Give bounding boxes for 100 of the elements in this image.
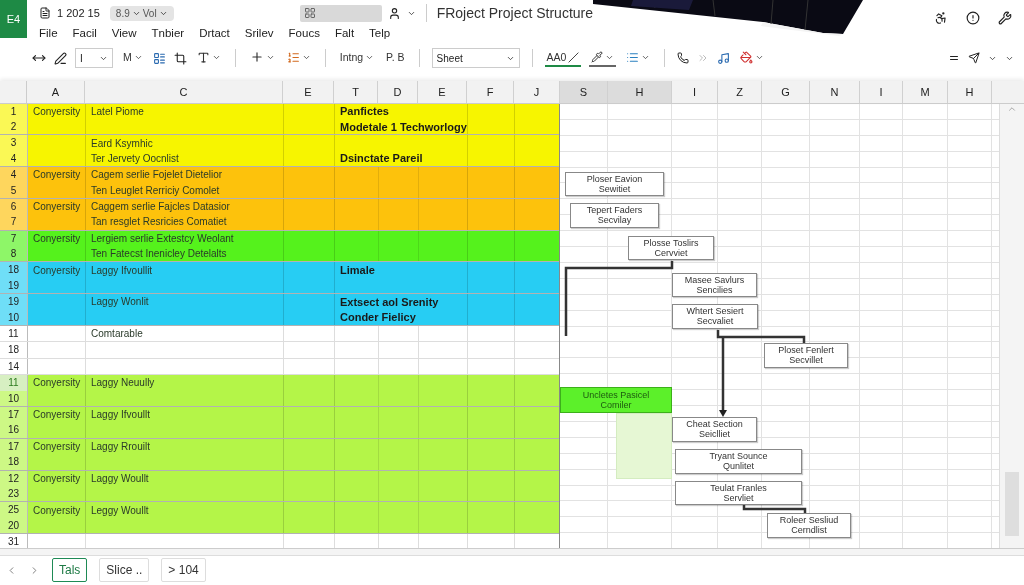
sheet-tab[interactable]: Slice .. bbox=[99, 558, 150, 583]
row-header[interactable]: 7 bbox=[0, 230, 27, 247]
column-header[interactable]: I bbox=[860, 80, 903, 103]
row-header[interactable]: 3 bbox=[0, 135, 27, 151]
row-header[interactable]: 19 bbox=[0, 294, 27, 310]
layout-icon[interactable] bbox=[152, 51, 166, 65]
cell-text: Modetale 1 Techworlogy bbox=[340, 120, 467, 133]
music-icon[interactable] bbox=[717, 51, 731, 65]
scrollbar[interactable] bbox=[999, 103, 1024, 548]
column-header[interactable]: N bbox=[810, 80, 860, 103]
menu-item[interactable]: File bbox=[39, 27, 58, 39]
cell-text: Laggy Wonlit bbox=[91, 296, 149, 308]
row-header[interactable]: 6 bbox=[0, 198, 27, 215]
menu-item[interactable]: Facil bbox=[72, 27, 97, 39]
cell-text: Ten Fatecst Inenicley Detelalts bbox=[91, 248, 227, 260]
row-header[interactable]: 19 bbox=[0, 277, 27, 294]
row-header[interactable]: 16 bbox=[0, 422, 27, 438]
sheet-tab[interactable]: Tals bbox=[52, 558, 88, 583]
row-header[interactable]: 12 bbox=[0, 470, 27, 486]
column-header[interactable]: H bbox=[948, 80, 992, 103]
user-icon[interactable] bbox=[387, 6, 401, 20]
row-header[interactable]: 10 bbox=[0, 390, 27, 406]
diagram-node: Tryant Sounce Qunlitet bbox=[675, 448, 802, 474]
column-header[interactable]: I bbox=[672, 80, 718, 103]
menu-item[interactable]: View bbox=[111, 27, 137, 39]
phone-icon[interactable] bbox=[677, 52, 690, 65]
row-header[interactable]: 2 bbox=[0, 118, 27, 135]
menu-item[interactable]: Drtact bbox=[199, 27, 230, 39]
column-header[interactable]: M bbox=[903, 80, 948, 103]
menu-item[interactable]: Falt bbox=[334, 27, 355, 39]
sheet-tab[interactable]: > 104 bbox=[161, 558, 206, 583]
column-header[interactable]: A bbox=[27, 80, 85, 103]
diagram-node: Teulat Franles Servliet bbox=[675, 480, 802, 505]
list-icon bbox=[286, 50, 300, 64]
menu-item[interactable]: Srilev bbox=[244, 27, 274, 39]
column-header[interactable]: S bbox=[560, 80, 608, 103]
column-header[interactable]: C bbox=[85, 80, 283, 103]
diagram-node: Cheat Section Seiclliet bbox=[672, 416, 757, 442]
cell-text: Panfictes bbox=[340, 105, 389, 118]
column-header[interactable]: F bbox=[467, 80, 514, 103]
column-header[interactable]: T bbox=[334, 80, 378, 103]
horizontal-scrollbar[interactable] bbox=[0, 548, 1024, 556]
row-header[interactable]: 7 bbox=[0, 214, 27, 230]
diagram-node: Masee Savlurs Sencilies bbox=[672, 272, 757, 297]
row-header[interactable]: 23 bbox=[0, 485, 27, 502]
diagram-node: Tepert Faders Secvilay bbox=[570, 202, 659, 228]
crop-icon[interactable] bbox=[173, 51, 187, 65]
document-icon[interactable] bbox=[39, 7, 51, 19]
diagram-node: Ploset Fenlert Secvillet bbox=[764, 342, 848, 368]
figure-icon[interactable] bbox=[934, 10, 948, 25]
version-selector[interactable]: 8.9 Vol bbox=[109, 5, 174, 21]
style-button[interactable]: M bbox=[121, 49, 145, 68]
menu-item[interactable]: Telp bbox=[369, 27, 391, 39]
row-header[interactable]: 1 bbox=[0, 103, 27, 119]
row-header[interactable]: 18 bbox=[0, 262, 27, 278]
diagram-node: Ploser Eavion Sewitiet bbox=[565, 171, 664, 196]
sheet-dropdown[interactable]: Sheet bbox=[431, 48, 520, 69]
cell-text: Conyersity bbox=[33, 472, 81, 484]
column-header[interactable]: Z bbox=[718, 80, 762, 103]
column-header[interactable]: H bbox=[608, 80, 672, 103]
column-header[interactable]: G bbox=[762, 80, 810, 103]
font-field[interactable]: I bbox=[75, 48, 113, 69]
column-header[interactable]: E bbox=[283, 80, 334, 103]
menu-item[interactable]: Foucs bbox=[288, 27, 320, 39]
send-icon[interactable] bbox=[968, 52, 980, 65]
text-tool-button[interactable]: AA0 bbox=[544, 49, 582, 68]
column-header[interactable]: D bbox=[378, 80, 418, 103]
cell-text: Conyersity bbox=[33, 377, 81, 389]
column-header[interactable]: E bbox=[418, 80, 467, 103]
row-header[interactable]: 8 bbox=[0, 246, 27, 262]
row-header[interactable]: 4 bbox=[0, 167, 27, 183]
wrench-icon[interactable] bbox=[998, 10, 1012, 25]
row-header[interactable]: 17 bbox=[0, 407, 27, 423]
cell-text: Ten Leuglet Rerriciy Comolet bbox=[91, 184, 220, 196]
format-button[interactable]: Intng bbox=[337, 49, 377, 68]
paint-bucket-icon bbox=[740, 50, 754, 64]
cell-text: Dsinctate Pareil bbox=[340, 152, 423, 165]
search-field[interactable] bbox=[299, 4, 382, 22]
app-badge: E4 bbox=[0, 0, 27, 38]
row-header[interactable]: 4 bbox=[0, 150, 27, 167]
row-header[interactable]: 18 bbox=[0, 454, 27, 470]
cell-text: Ter Jervety Oocnlist bbox=[91, 152, 179, 164]
pen-icon[interactable] bbox=[54, 51, 67, 65]
cell-text: Latel Piome bbox=[91, 105, 144, 117]
list-icon bbox=[626, 50, 640, 64]
menu-item[interactable]: Tnbier bbox=[151, 27, 185, 39]
slash-icon bbox=[568, 51, 580, 63]
picker-button[interactable] bbox=[589, 49, 617, 68]
info-icon[interactable] bbox=[966, 10, 980, 25]
paragraph-button[interactable]: P. B bbox=[384, 49, 407, 68]
row-header[interactable]: 11 bbox=[0, 375, 27, 391]
cell-text: Conyersity bbox=[33, 264, 81, 276]
cell-text: Conyersity bbox=[33, 105, 81, 117]
row-header[interactable]: 5 bbox=[0, 182, 27, 198]
row-header[interactable]: 10 bbox=[0, 309, 27, 326]
highlighted-cell: Uncletes Pasicel Comiler bbox=[560, 386, 672, 413]
row-header[interactable]: 20 bbox=[0, 517, 27, 534]
highlighted-range bbox=[616, 412, 672, 479]
row-header[interactable]: 17 bbox=[0, 438, 27, 455]
row-header[interactable]: 25 bbox=[0, 502, 27, 518]
